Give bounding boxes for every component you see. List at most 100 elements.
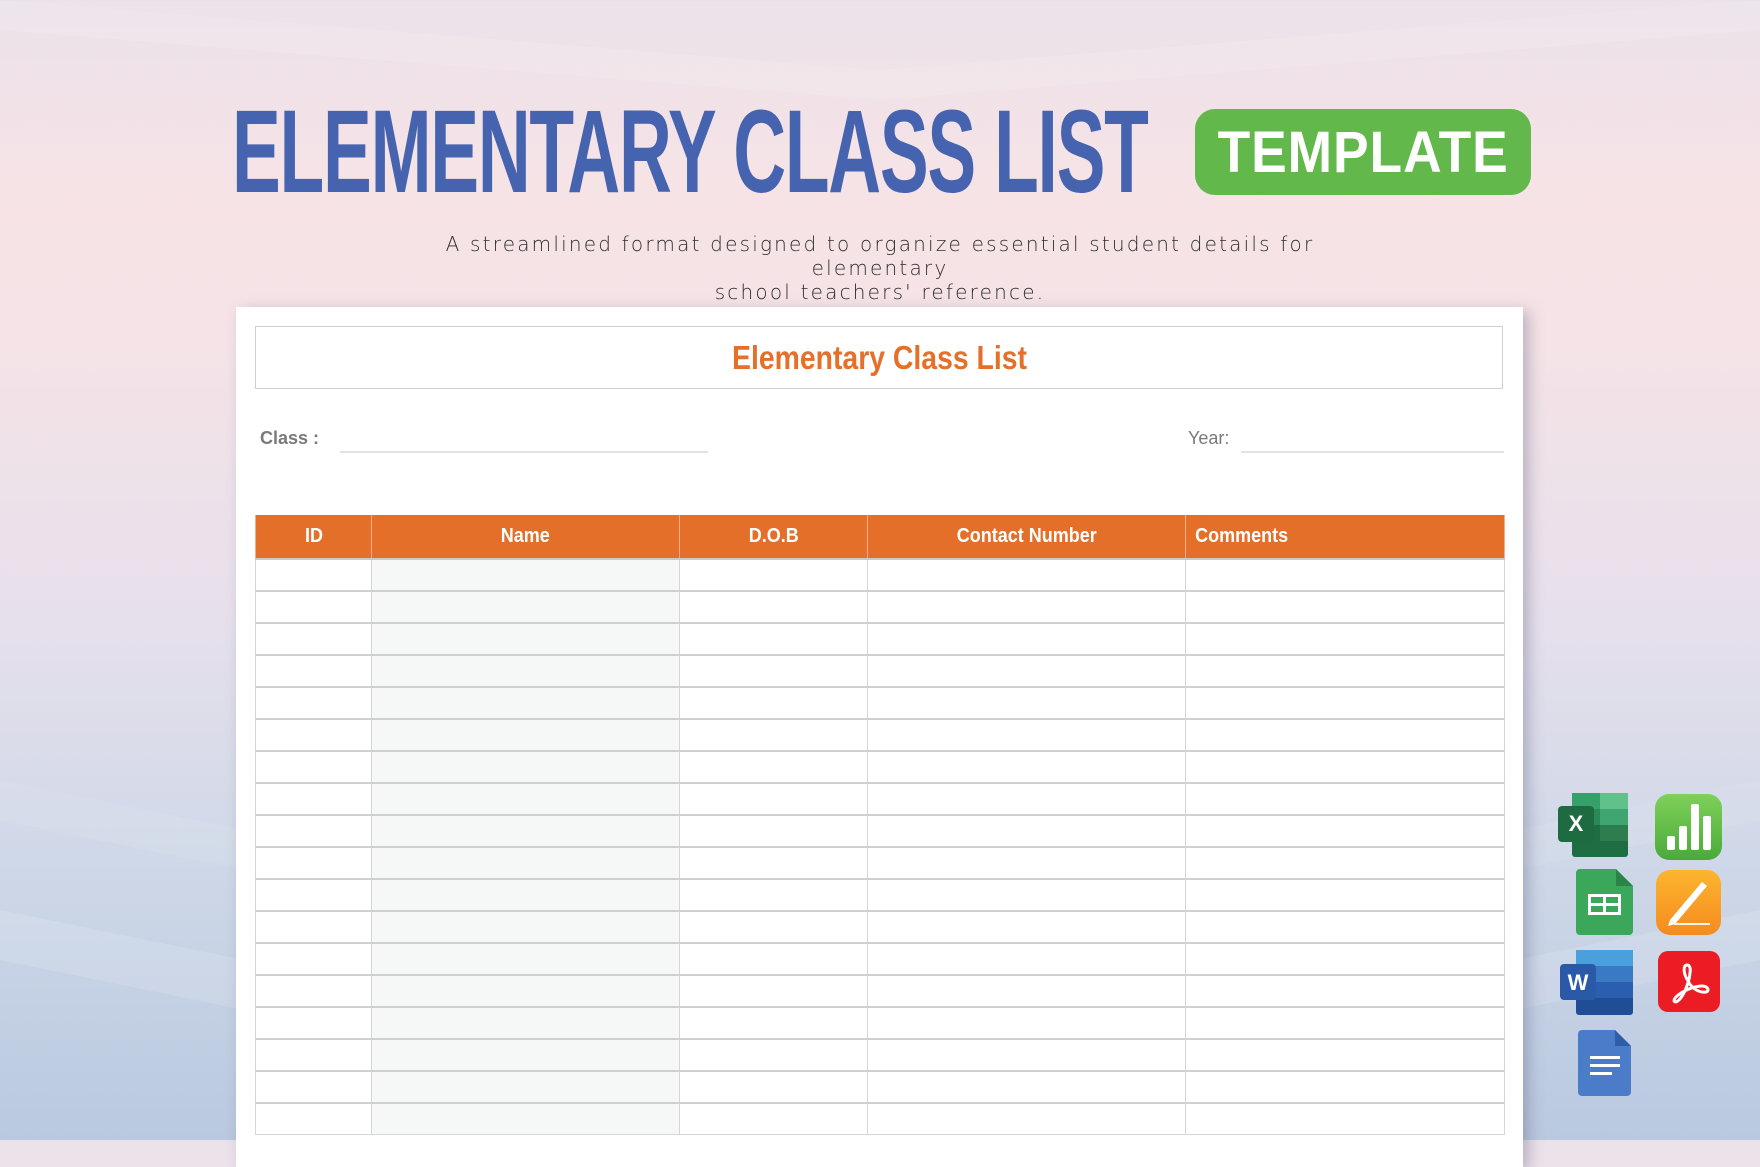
cell-comments[interactable] [1185,654,1505,688]
cell-comments[interactable] [1185,782,1505,816]
cell-contact-number[interactable] [867,878,1186,912]
cell-dob[interactable] [679,878,868,912]
cell-contact-number[interactable] [867,814,1186,848]
cell-name[interactable] [371,718,680,752]
cell-comments[interactable] [1185,846,1505,880]
google-sheets-icon[interactable] [1576,869,1633,935]
pdf-icon[interactable] [1658,951,1720,1012]
pages-icon[interactable] [1656,870,1721,935]
cell-contact-number[interactable] [867,558,1186,592]
cell-contact-number[interactable] [867,846,1186,880]
table-row [255,814,1505,848]
cell-contact-number[interactable] [867,1006,1186,1040]
year-field[interactable] [1241,451,1504,453]
excel-icon[interactable]: X [1558,793,1630,857]
cell-id[interactable] [255,910,372,944]
cell-name[interactable] [371,654,680,688]
cell-contact-number[interactable] [867,910,1186,944]
cell-comments[interactable] [1185,750,1505,784]
cell-name[interactable] [371,782,680,816]
cell-id[interactable] [255,1006,372,1040]
cell-name[interactable] [371,558,680,592]
cell-name[interactable] [371,1038,680,1072]
cell-name[interactable] [371,750,680,784]
cell-dob[interactable] [679,622,868,656]
cell-name[interactable] [371,686,680,720]
cell-dob[interactable] [679,718,868,752]
cell-id[interactable] [255,718,372,752]
cell-name[interactable] [371,1006,680,1040]
cell-contact-number[interactable] [867,1038,1186,1072]
cell-comments[interactable] [1185,1070,1505,1104]
cell-id[interactable] [255,558,372,592]
cell-name[interactable] [371,910,680,944]
cell-comments[interactable] [1185,622,1505,656]
cell-dob[interactable] [679,590,868,624]
class-field[interactable] [340,451,708,453]
cell-name[interactable] [371,814,680,848]
cell-dob[interactable] [679,654,868,688]
cell-comments[interactable] [1185,590,1505,624]
numbers-icon[interactable] [1655,794,1722,860]
cell-name[interactable] [371,942,680,976]
cell-name[interactable] [371,590,680,624]
cell-name[interactable] [371,1102,680,1135]
cell-comments[interactable] [1185,558,1505,592]
cell-comments[interactable] [1185,686,1505,720]
cell-dob[interactable] [679,942,868,976]
cell-comments[interactable] [1185,718,1505,752]
cell-id[interactable] [255,1070,372,1104]
cell-contact-number[interactable] [867,942,1186,976]
cell-contact-number[interactable] [867,1070,1186,1104]
cell-id[interactable] [255,686,372,720]
cell-contact-number[interactable] [867,782,1186,816]
cell-name[interactable] [371,1070,680,1104]
cell-id[interactable] [255,1038,372,1072]
cell-dob[interactable] [679,846,868,880]
cell-comments[interactable] [1185,910,1505,944]
cell-id[interactable] [255,590,372,624]
cell-dob[interactable] [679,910,868,944]
cell-id[interactable] [255,942,372,976]
word-icon[interactable]: W [1560,950,1634,1015]
cell-id[interactable] [255,814,372,848]
cell-id[interactable] [255,622,372,656]
cell-name[interactable] [371,846,680,880]
google-docs-icon[interactable] [1578,1030,1631,1096]
cell-comments[interactable] [1185,814,1505,848]
cell-dob[interactable] [679,782,868,816]
cell-id[interactable] [255,1102,372,1135]
cell-contact-number[interactable] [867,1102,1186,1135]
cell-comments[interactable] [1185,1038,1505,1072]
cell-dob[interactable] [679,686,868,720]
cell-contact-number[interactable] [867,718,1186,752]
cell-dob[interactable] [679,814,868,848]
cell-dob[interactable] [679,1038,868,1072]
cell-dob[interactable] [679,974,868,1008]
cell-contact-number[interactable] [867,686,1186,720]
cell-comments[interactable] [1185,1102,1505,1135]
cell-id[interactable] [255,782,372,816]
cell-id[interactable] [255,974,372,1008]
cell-comments[interactable] [1185,1006,1505,1040]
cell-name[interactable] [371,622,680,656]
cell-name[interactable] [371,878,680,912]
cell-contact-number[interactable] [867,974,1186,1008]
cell-dob[interactable] [679,1102,868,1135]
cell-name[interactable] [371,974,680,1008]
cell-comments[interactable] [1185,878,1505,912]
cell-id[interactable] [255,750,372,784]
cell-id[interactable] [255,654,372,688]
cell-comments[interactable] [1185,942,1505,976]
cell-contact-number[interactable] [867,654,1186,688]
cell-contact-number[interactable] [867,750,1186,784]
cell-contact-number[interactable] [867,590,1186,624]
cell-comments[interactable] [1185,974,1505,1008]
cell-dob[interactable] [679,558,868,592]
cell-contact-number[interactable] [867,622,1186,656]
cell-dob[interactable] [679,750,868,784]
cell-id[interactable] [255,846,372,880]
cell-dob[interactable] [679,1070,868,1104]
cell-id[interactable] [255,878,372,912]
cell-dob[interactable] [679,1006,868,1040]
